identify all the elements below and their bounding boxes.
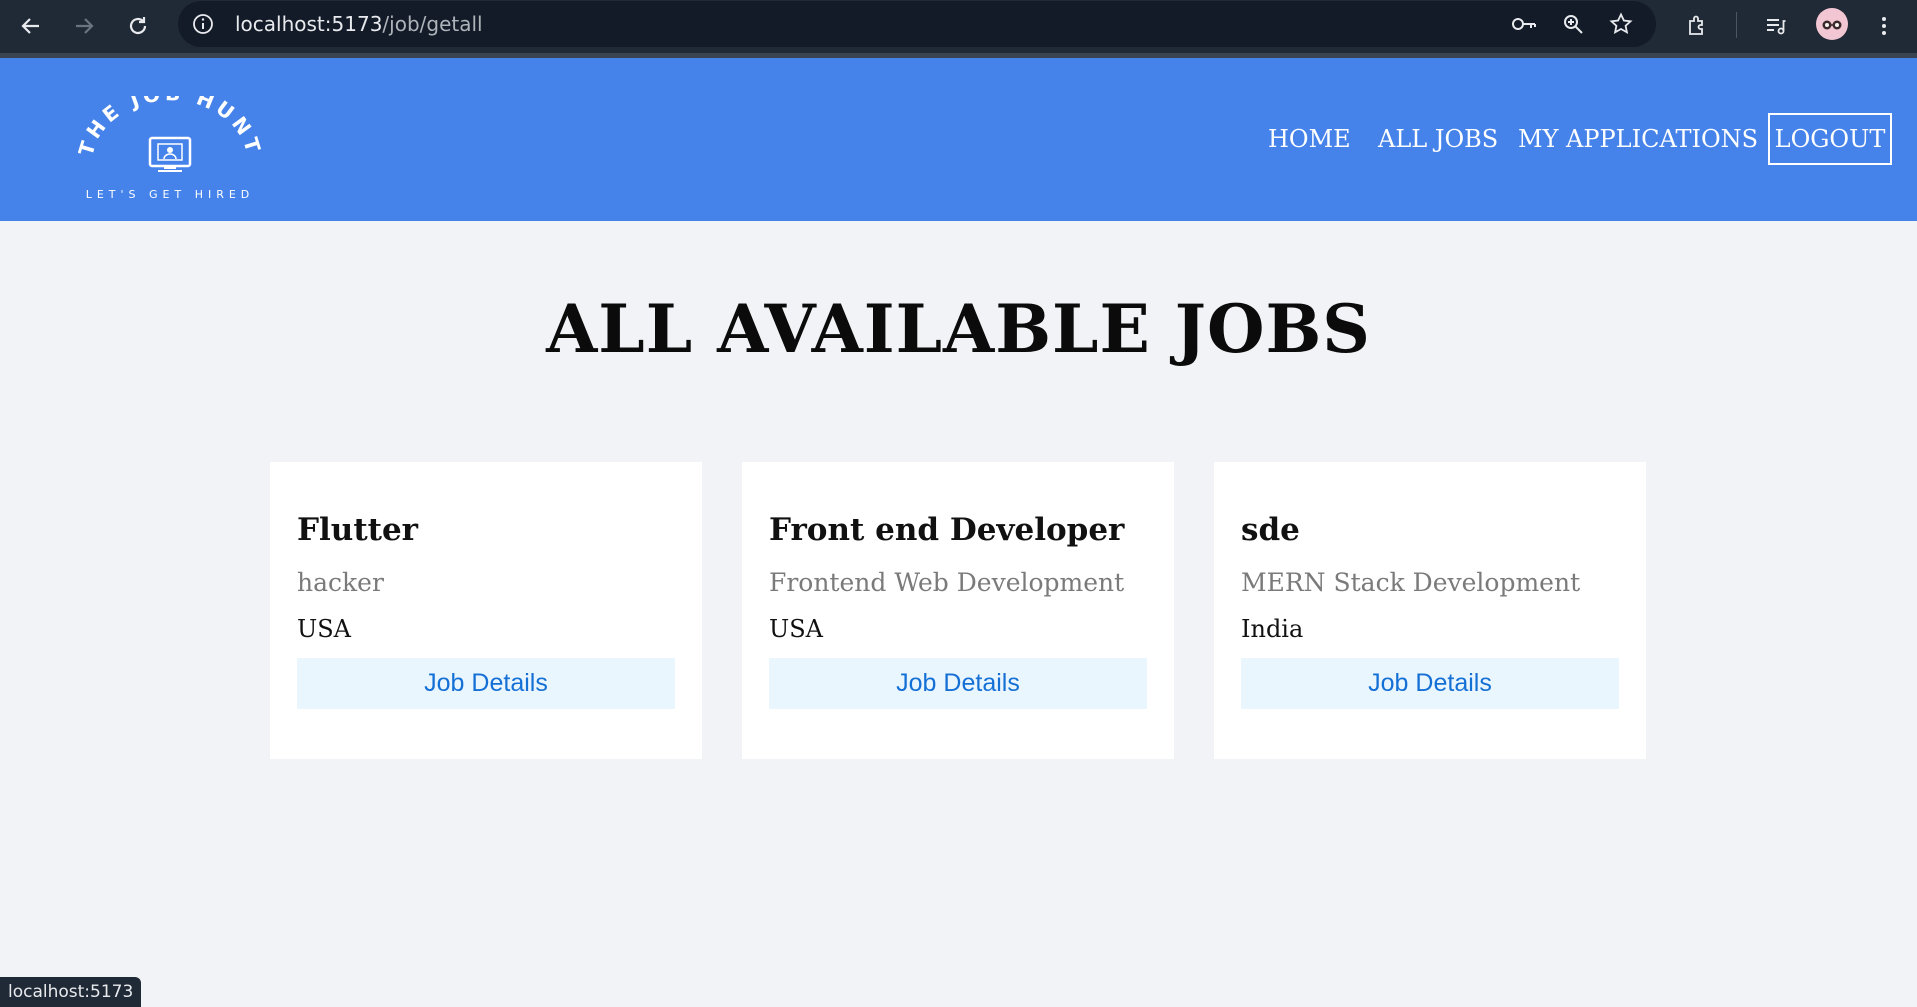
nav-my-applications-link[interactable]: MY APPLICATIONS	[1518, 113, 1758, 165]
toolbar-divider	[1736, 12, 1737, 38]
password-key-icon[interactable]	[1508, 8, 1540, 40]
job-details-button[interactable]: Job Details	[769, 658, 1147, 709]
job-card: Front end Developer Frontend Web Develop…	[742, 462, 1174, 759]
site-logo[interactable]: THE JOB HUNT LET'S GET HIRED	[74, 81, 263, 206]
job-location: India	[1241, 615, 1304, 643]
profile-avatar-icon[interactable]	[1816, 8, 1848, 40]
logout-button[interactable]: LOGOUT	[1768, 113, 1892, 165]
job-title: Flutter	[297, 512, 419, 548]
url-path: /job/getall	[382, 12, 483, 36]
nav-home-link[interactable]: HOME	[1268, 113, 1351, 165]
extensions-icon[interactable]	[1681, 10, 1713, 42]
forward-arrow-icon[interactable]	[68, 10, 100, 42]
svg-text:LET'S GET HIRED: LET'S GET HIRED	[86, 188, 255, 201]
url-host: localhost:5173	[235, 12, 383, 36]
nav-all-jobs-link[interactable]: ALL JOBS	[1378, 113, 1498, 165]
address-bar[interactable]: localhost:5173/job/getall	[178, 1, 1656, 47]
job-title: sde	[1241, 512, 1300, 548]
job-location: USA	[769, 615, 823, 643]
monitor-icon	[148, 136, 192, 172]
zoom-icon[interactable]	[1557, 8, 1589, 40]
bookmark-star-icon[interactable]	[1605, 8, 1637, 40]
more-menu-icon[interactable]	[1868, 10, 1900, 42]
media-queue-icon[interactable]	[1760, 10, 1792, 42]
site-info-icon[interactable]	[192, 13, 214, 39]
job-card: sde MERN Stack Development India Job Det…	[1214, 462, 1646, 759]
page-title: ALL AVAILABLE JOBS	[546, 290, 1371, 368]
job-company: Frontend Web Development	[769, 568, 1125, 597]
address-url[interactable]: localhost:5173/job/getall	[235, 12, 483, 36]
link-status-tooltip: localhost:5173	[0, 977, 142, 1007]
browser-toolbar: localhost:5173/job/getall	[0, 0, 1917, 58]
job-location: USA	[297, 615, 351, 643]
job-title: Front end Developer	[769, 512, 1125, 548]
reload-icon[interactable]	[122, 10, 154, 42]
job-details-button[interactable]: Job Details	[297, 658, 675, 709]
job-company: MERN Stack Development	[1241, 568, 1581, 597]
back-arrow-icon[interactable]	[15, 10, 47, 42]
job-details-button[interactable]: Job Details	[1241, 658, 1619, 709]
job-card: Flutter hacker USA Job Details	[270, 462, 702, 759]
job-company: hacker	[297, 568, 384, 597]
